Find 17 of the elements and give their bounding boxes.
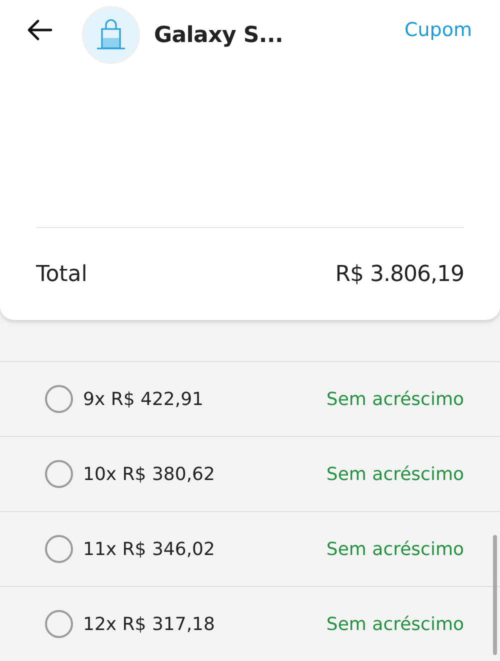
product-title: Galaxy S... xyxy=(154,22,284,48)
total-value: R$ 3.806,19 xyxy=(335,262,464,286)
installment-note: Sem acréscimo xyxy=(326,614,464,634)
radio-button[interactable] xyxy=(45,535,73,563)
installment-note: Sem acréscimo xyxy=(326,464,464,484)
installment-label: 11x R$ 346,02 xyxy=(83,538,216,560)
installment-label: 10x R$ 380,62 xyxy=(83,464,216,484)
shopping-bag-icon xyxy=(96,19,126,51)
radio-button[interactable] xyxy=(45,385,73,413)
coupon-link[interactable]: Cupom xyxy=(404,19,472,41)
installment-label: 9x R$ 422,91 xyxy=(83,388,204,410)
radio-button[interactable] xyxy=(45,460,73,488)
installment-note: Sem acréscimo xyxy=(326,388,464,410)
total-label: Total xyxy=(36,262,88,286)
radio-button[interactable] xyxy=(45,610,73,638)
installment-label: 12x R$ 317,18 xyxy=(83,614,216,634)
installment-note: Sem acréscimo xyxy=(326,538,464,560)
